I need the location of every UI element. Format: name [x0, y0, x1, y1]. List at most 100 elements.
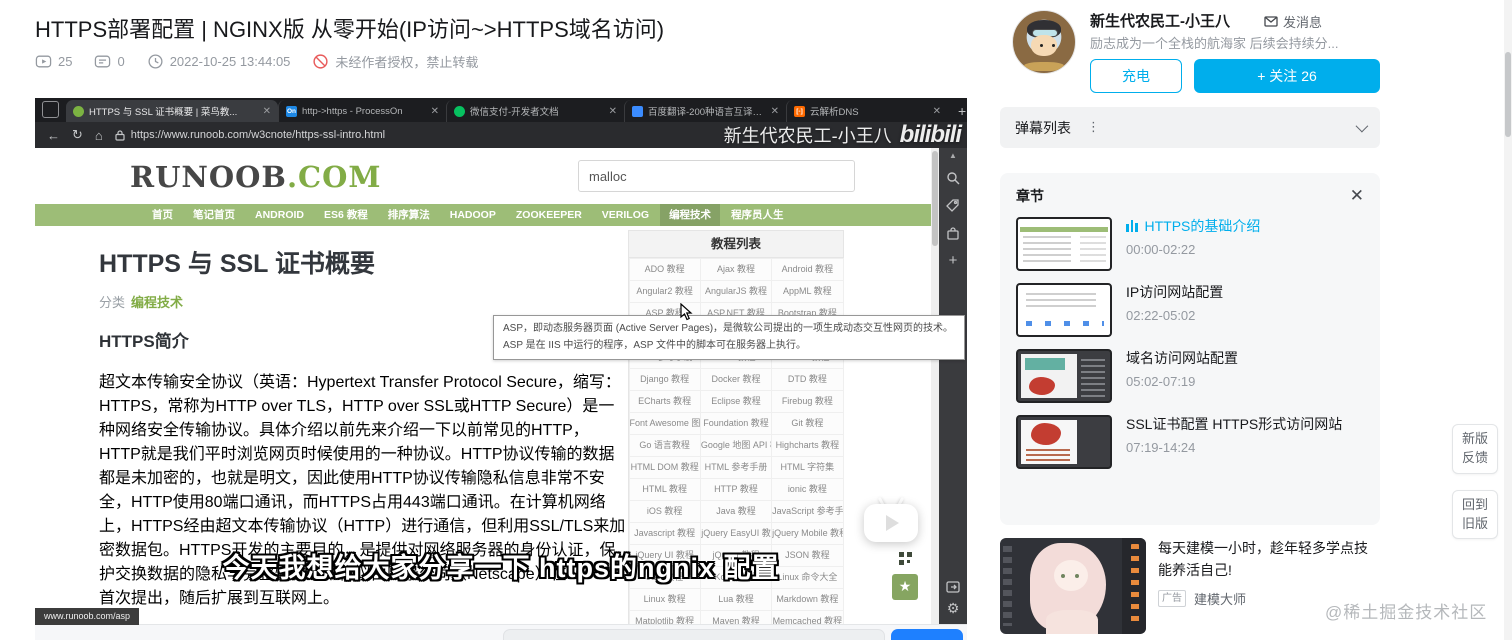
tutorial-link[interactable]: Foundation 教程	[699, 411, 773, 435]
tutorial-link[interactable]: HTML 参考手册	[699, 455, 773, 479]
tutorial-link[interactable]: ionic 教程	[771, 477, 844, 501]
tutorial-link[interactable]: HTML 字符集	[771, 455, 844, 479]
charge-button[interactable]: 充电	[1090, 59, 1182, 93]
back-icon[interactable]: ←	[47, 128, 60, 143]
tag-icon[interactable]	[946, 199, 960, 213]
uploader-avatar[interactable]	[1012, 10, 1076, 74]
tutorial-link[interactable]: jQuery EasyUI 教	[699, 521, 773, 545]
chapter-thumbnail[interactable]	[1016, 349, 1112, 403]
site-nav-item[interactable]: 笔记首页	[184, 204, 244, 226]
tutorial-link[interactable]: Git 教程	[771, 411, 844, 435]
tutorial-link[interactable]: Font Awesome 图	[628, 411, 701, 435]
new-version-feedback-button[interactable]: 新版反馈	[1452, 424, 1498, 474]
site-nav-item[interactable]: 首页	[143, 204, 182, 226]
sidebar-add-icon[interactable]: +	[949, 252, 958, 269]
video-player[interactable]: HTTPS 与 SSL 证书概要 | 菜鸟教... ✕ On http->https …	[35, 98, 967, 640]
browser-tab-2[interactable]: 微信支付-开发者文档 ✕	[446, 100, 624, 122]
tab-close-icon[interactable]: ✕	[263, 106, 271, 117]
tutorial-link[interactable]: AngularJS 教程	[699, 279, 773, 303]
tutorial-link[interactable]: iOS 教程	[628, 499, 701, 523]
chapter-item-3[interactable]: 域名访问网站配置 05:02-07:19	[1016, 349, 1364, 403]
tab-actions-icon[interactable]	[42, 101, 59, 118]
chapter-item-2[interactable]: IP访问网站配置 02:22-05:02	[1016, 283, 1364, 337]
ad-thumbnail[interactable]	[1000, 538, 1146, 634]
tutorial-link[interactable]: Eclipse 教程	[699, 389, 773, 413]
tab-close-icon[interactable]: ✕	[933, 106, 941, 117]
chapter-item-1[interactable]: HTTPS的基础介绍 00:00-02:22	[1016, 217, 1364, 271]
browser-scrollbar-thumb[interactable]	[1505, 52, 1511, 137]
tutorial-link[interactable]: HTML DOM 教程	[628, 455, 701, 479]
close-icon[interactable]: ✕	[1350, 186, 1364, 206]
tutorial-link[interactable]: Markdown 教程	[771, 587, 844, 611]
tutorial-link[interactable]: Java 教程	[699, 499, 773, 523]
danmaku-input[interactable]	[503, 629, 885, 640]
browser-scrollbar[interactable]	[1504, 0, 1512, 640]
tutorial-link[interactable]: Docker 教程	[699, 367, 773, 391]
page-scrollbar-thumb[interactable]	[932, 151, 938, 246]
tutorial-link[interactable]: Google 地图 API 教	[699, 433, 773, 457]
shopping-bag-icon[interactable]	[946, 227, 960, 241]
danmaku-list-bar[interactable]: 弹幕列表 ⋮	[1000, 107, 1380, 148]
signin-panel-icon[interactable]	[946, 581, 960, 593]
refresh-icon[interactable]: ↻	[72, 127, 83, 143]
tutorial-link[interactable]: Highcharts 教程	[771, 433, 844, 457]
tutorial-link[interactable]: Maven 教程	[699, 609, 773, 625]
chapter-title[interactable]: HTTPS的基础介绍	[1126, 217, 1260, 237]
back-to-old-version-button[interactable]: 回到旧版	[1452, 489, 1498, 540]
tutorial-link[interactable]: Lua 教程	[699, 587, 773, 611]
tutorial-link[interactable]: jQuery Mobile 教程	[771, 521, 844, 545]
tutorial-link[interactable]: Angular2 教程	[628, 279, 701, 303]
browser-tab-1[interactable]: On http->https - ProcessOn ✕	[278, 100, 446, 122]
tutorial-link[interactable]: Django 教程	[628, 367, 701, 391]
page-scrollbar[interactable]	[931, 148, 939, 625]
ad-card[interactable]: 每天建模一小时，趁年轻多学点技能养活自己! 广告 建模大师	[1000, 538, 1380, 634]
browser-tab-4[interactable]: [-] 云解析DNS ✕	[786, 100, 948, 122]
tutorial-link[interactable]: Go 语言教程	[628, 433, 701, 457]
tutorial-link[interactable]: AppML 教程	[771, 279, 844, 303]
tutorial-link[interactable]: Firebug 教程	[771, 389, 844, 413]
search-icon[interactable]	[946, 171, 960, 185]
site-nav-item[interactable]: 编程技术	[660, 204, 721, 226]
tutorial-link[interactable]: Linux 教程	[628, 587, 701, 611]
bilibili-play-button[interactable]	[864, 496, 918, 542]
home-icon[interactable]: ⌂	[95, 128, 103, 143]
browser-tab-3[interactable]: 百度翻译-200种语言互译、沟通... ✕	[624, 100, 786, 122]
minimize-icon[interactable]: —	[966, 98, 967, 122]
chapter-thumbnail[interactable]	[1016, 283, 1112, 337]
chapter-item-4[interactable]: SSL证书配置 HTTPS形式访问网站 07:19-14:24	[1016, 415, 1364, 469]
tutorial-link[interactable]: HTML 教程	[628, 477, 701, 501]
category-link[interactable]: 编程技术	[131, 295, 183, 310]
tutorial-link[interactable]: JSON 教程	[771, 543, 844, 567]
chapter-thumbnail[interactable]	[1016, 217, 1112, 271]
danmaku-send-button[interactable]	[891, 629, 963, 640]
site-nav-item[interactable]: HADOOP	[441, 204, 505, 226]
url-field[interactable]: https://www.runoob.com/w3cnote/https-ssl…	[115, 129, 385, 141]
follow-button[interactable]: + 关注 26	[1194, 59, 1380, 93]
browser-tab-0[interactable]: HTTPS 与 SSL 证书概要 | 菜鸟教... ✕	[66, 100, 278, 122]
send-message-link[interactable]: 发消息	[1264, 12, 1322, 31]
scroll-up-icon[interactable]: ▲	[949, 151, 957, 160]
favorite-star-button[interactable]: ★	[892, 574, 918, 600]
chapter-title[interactable]: IP访问网站配置	[1126, 283, 1223, 303]
tutorial-link[interactable]: Android 教程	[771, 257, 844, 281]
settings-gear-icon[interactable]: ⚙	[947, 601, 960, 617]
tab-close-icon[interactable]: ✕	[609, 106, 617, 117]
more-options-icon[interactable]: ⋮	[1087, 120, 1100, 135]
chapter-thumbnail[interactable]	[1016, 415, 1112, 469]
tutorial-link[interactable]: Linux 命令大全	[771, 565, 844, 589]
tab-close-icon[interactable]: ✕	[771, 106, 779, 117]
tutorial-link[interactable]: JavaScript 参考手	[771, 499, 844, 523]
chapter-title[interactable]: SSL证书配置 HTTPS形式访问网站	[1126, 415, 1342, 435]
chapter-title[interactable]: 域名访问网站配置	[1126, 349, 1238, 369]
site-nav-item[interactable]: ANDROID	[246, 204, 313, 226]
tutorial-link[interactable]: Ajax 教程	[699, 257, 773, 281]
runoob-logo[interactable]: RUNOOB.COM	[130, 160, 381, 194]
site-nav-item[interactable]: 排序算法	[379, 204, 439, 226]
site-nav-item[interactable]: ES6 教程	[315, 204, 377, 226]
tutorial-link[interactable]: HTTP 教程	[699, 477, 773, 501]
site-nav-item[interactable]: 程序员人生	[722, 204, 793, 226]
site-nav-item[interactable]: VERILOG	[593, 204, 658, 226]
tutorial-link[interactable]: Matplotlib 教程	[628, 609, 701, 625]
site-nav-item[interactable]: ZOOKEEPER	[507, 204, 591, 226]
new-tab-button[interactable]: +	[958, 103, 966, 119]
